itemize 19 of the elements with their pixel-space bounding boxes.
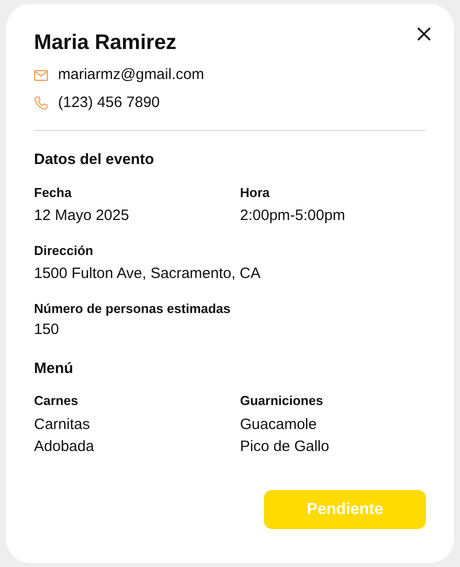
field-value: 2:00pm-5:00pm <box>240 206 346 226</box>
section-title: Datos del evento <box>34 150 156 170</box>
envelope-icon <box>34 70 48 81</box>
field-value: 1500 Fulton Ave, Sacramento, CA <box>34 264 262 284</box>
menu-group-label: Carnes <box>34 392 80 410</box>
contact-name: Maria Ramirez <box>34 30 176 56</box>
status-button[interactable]: Pendiente <box>264 490 426 529</box>
phone-icon <box>34 96 48 110</box>
field-label: Hora <box>240 184 271 202</box>
field-label: Fecha <box>34 184 73 202</box>
section-title: Menú <box>34 358 74 378</box>
field-label: Número de personas estimadas <box>34 300 232 318</box>
field-value: 150 <box>34 320 60 340</box>
phone-text: (123) 456 7890 <box>58 92 160 112</box>
field-label: Dirección <box>34 242 94 260</box>
field-value: 12 Mayo 2025 <box>34 206 130 226</box>
email-text: mariarmz@gmail.com <box>58 65 204 85</box>
close-icon <box>417 27 431 41</box>
menu-group-label: Guarniciones <box>240 392 324 410</box>
